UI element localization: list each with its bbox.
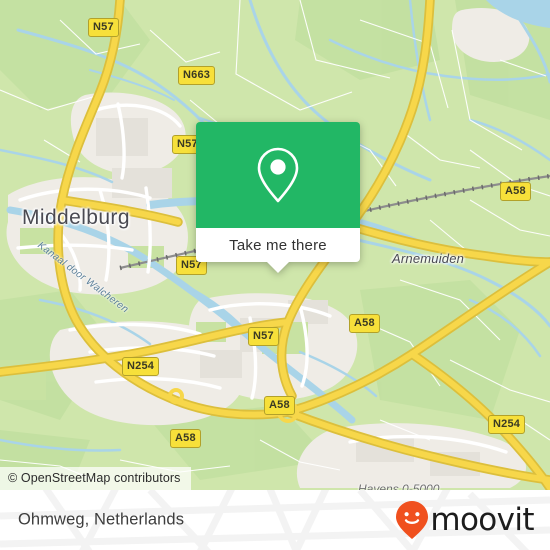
location-callout-card[interactable]: Take me there — [196, 122, 360, 273]
moovit-wordmark: moovit — [430, 501, 534, 538]
card-icon-area — [196, 122, 360, 228]
card-pointer-tail — [267, 262, 289, 273]
footer-bar: Ohmweg, Netherlands moovit — [0, 490, 550, 550]
card-cta-label: Take me there — [229, 236, 327, 254]
moovit-logo[interactable]: moovit — [395, 500, 535, 540]
moovit-smiley-pin-icon — [396, 501, 429, 539]
osm-attribution[interactable]: © OpenStreetMap contributors — [0, 467, 191, 490]
road-shield-n254-right[interactable]: N254 — [488, 415, 526, 434]
road-shield-n254-left[interactable]: N254 — [122, 357, 160, 376]
card-cta[interactable]: Take me there — [196, 228, 360, 273]
road-shield-a58-mid[interactable]: A58 — [349, 314, 380, 333]
road-shield-n57-lower[interactable]: N57 — [248, 327, 279, 346]
location-title: Ohmweg, Netherlands — [18, 510, 185, 529]
map-pin-icon — [257, 147, 299, 203]
road-shield-n57-top[interactable]: N57 — [88, 18, 119, 37]
road-shield-a58-right[interactable]: A58 — [500, 182, 531, 201]
road-shield-a58-bottom[interactable]: A58 — [264, 396, 295, 415]
moovit-location-card: Middelburg Arnemuiden Kanaal door Walche… — [0, 0, 550, 550]
road-shield-a58-lower[interactable]: A58 — [170, 429, 201, 448]
road-shield-n663[interactable]: N663 — [178, 66, 216, 85]
